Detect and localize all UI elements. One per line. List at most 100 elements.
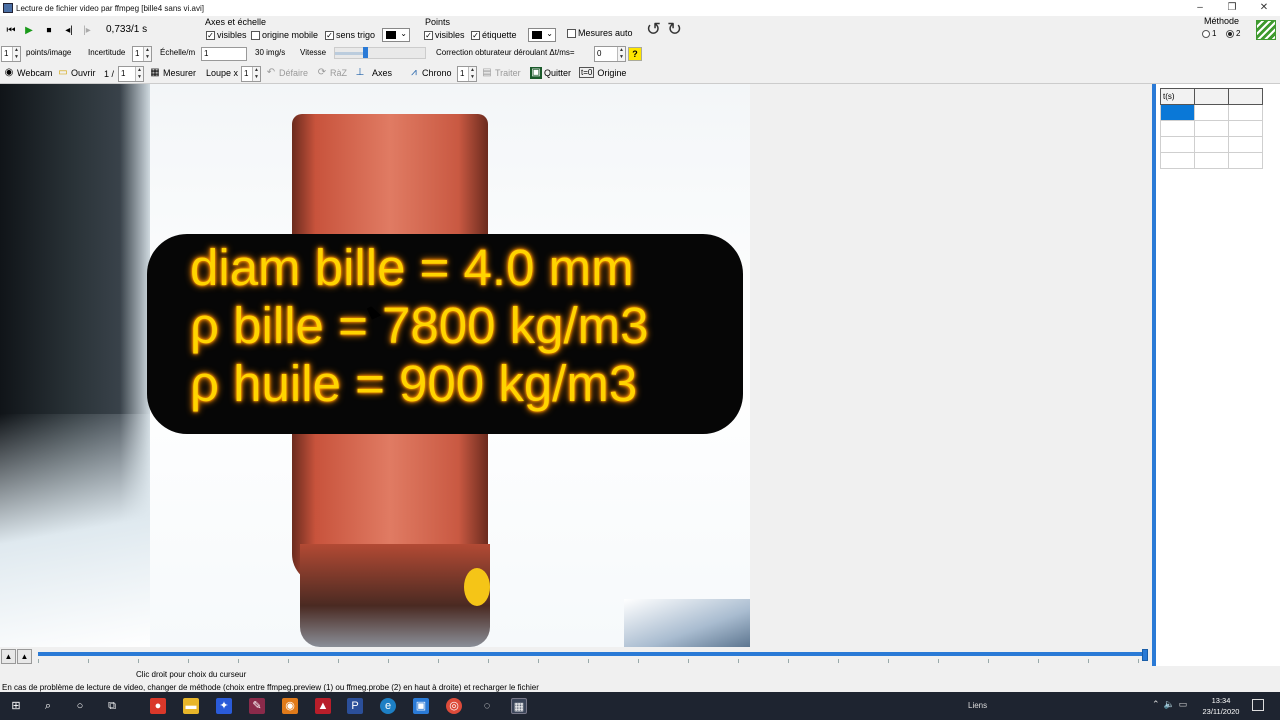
next-frame-icon[interactable]: |▸ xyxy=(80,24,94,38)
origine-mobile-checkbox[interactable]: origine mobile xyxy=(251,30,318,40)
table-cell[interactable] xyxy=(1194,136,1229,153)
mesurer-button[interactable]: ▦ Mesurer xyxy=(149,67,196,79)
methode-radio-1[interactable]: 1 xyxy=(1202,29,1216,38)
ouvrir-button[interactable]: ▭ Ouvrir xyxy=(57,67,95,79)
incertitude-label: Incertitude xyxy=(88,48,126,57)
app-window-icon[interactable]: ▣ xyxy=(413,698,429,714)
spinner-value: 1 xyxy=(121,69,126,78)
minimize-button[interactable]: – xyxy=(1184,0,1216,16)
updown-arrows-icon[interactable]: ▲ ▼ xyxy=(12,47,20,61)
axes-visibles-checkbox[interactable]: ✓ visibles xyxy=(206,30,247,40)
taskbar-links[interactable]: Liens xyxy=(968,701,987,710)
origine-button[interactable]: t=0 Origine xyxy=(579,67,626,78)
folder-icon: ▭ xyxy=(58,67,68,78)
app-orange-icon[interactable]: ◉ xyxy=(282,698,298,714)
timeline-track[interactable] xyxy=(38,652,1146,656)
table-cell[interactable] xyxy=(1228,152,1263,169)
updown-arrows-icon[interactable]: ▲ ▼ xyxy=(468,67,476,81)
table-cell[interactable] xyxy=(1228,120,1263,137)
methode-radio-2[interactable]: 2 xyxy=(1226,29,1240,38)
raz-button[interactable]: ⟳ RàZ xyxy=(316,67,347,79)
windows-start-icon[interactable]: ⊞ xyxy=(8,698,24,714)
checkbox-label: origine mobile xyxy=(262,30,319,40)
axes-button[interactable]: ⊥ Axes xyxy=(354,67,392,79)
mesures-auto-checkbox[interactable]: Mesures auto xyxy=(567,28,633,38)
table-cell[interactable] xyxy=(1194,120,1229,137)
chrono-button[interactable]: ⩘ Chrono xyxy=(408,67,451,79)
cortana-icon[interactable]: ○ xyxy=(72,698,88,714)
chrono-spinner[interactable]: 1 ▲ ▼ xyxy=(457,66,477,82)
button-label: Axes xyxy=(372,68,393,78)
points-per-image-spinner[interactable]: 1 ▲ ▼ xyxy=(1,46,21,62)
previous-arrow-icon[interactable]: ▲ xyxy=(1,649,16,664)
points-color-select[interactable]: ⌄ xyxy=(528,28,556,42)
table-cell[interactable] xyxy=(1228,136,1263,153)
quitter-button[interactable]: ▣ Quitter xyxy=(530,67,571,79)
file-explorer-icon[interactable]: ▬ xyxy=(183,698,199,714)
frame-spinner[interactable]: 1 ▲ ▼ xyxy=(118,66,144,82)
app-red-icon[interactable]: ● xyxy=(150,698,166,714)
table-header-cell[interactable] xyxy=(1194,88,1229,105)
vitesse-slider[interactable] xyxy=(334,47,426,59)
slider-thumb[interactable] xyxy=(362,47,368,58)
checkbox-label: Mesures auto xyxy=(578,28,633,38)
defaire-button[interactable]: ↶ Défaire xyxy=(265,67,308,79)
sens-trigo-checkbox[interactable]: ✓ sens trigo xyxy=(325,30,375,40)
play-icon[interactable]: ▶ xyxy=(22,24,36,38)
updown-arrows-icon[interactable]: ▲ ▼ xyxy=(135,67,143,81)
table-row xyxy=(1160,152,1263,169)
traiter-button[interactable]: ▤ Traiter xyxy=(481,67,520,79)
table-header-cell[interactable] xyxy=(1228,88,1263,105)
incertitude-spinner[interactable]: 1 ▲ ▼ xyxy=(132,46,152,62)
table-cell-selected[interactable] xyxy=(1160,104,1195,121)
loupe-spinner[interactable]: 1 ▲ ▼ xyxy=(241,66,261,82)
table-cell[interactable] xyxy=(1160,152,1195,169)
updown-arrows-icon[interactable]: ▲ ▼ xyxy=(617,47,625,61)
correction-spinner[interactable]: 0 ▲ ▼ xyxy=(594,46,626,62)
axes-color-select[interactable]: ⌄ xyxy=(382,28,410,42)
active-app-icon[interactable]: ▦ xyxy=(511,698,527,714)
vitesse-label: Vitesse xyxy=(300,48,327,57)
search-icon[interactable]: ⌕ xyxy=(40,698,56,714)
spinner-value: 1 xyxy=(460,69,465,78)
updown-arrows-icon[interactable]: ▲ ▼ xyxy=(143,47,151,61)
table-cell[interactable] xyxy=(1228,104,1263,121)
task-view-icon[interactable]: ⧉ xyxy=(104,698,120,714)
app-blue-icon[interactable]: ✦ xyxy=(216,698,232,714)
updown-arrows-icon[interactable]: ▲ ▼ xyxy=(252,67,260,81)
chrome-icon[interactable]: ◎ xyxy=(446,698,462,714)
app-pdf-icon[interactable]: ▲ xyxy=(315,698,331,714)
prev-frame-icon[interactable]: ◂| xyxy=(62,24,76,38)
edge-icon[interactable]: e xyxy=(380,698,396,714)
points-visibles-checkbox[interactable]: ✓ visibles xyxy=(424,30,465,40)
restore-button[interactable]: ❐ xyxy=(1216,0,1248,16)
stop-icon[interactable]: ⏹ xyxy=(42,24,56,38)
table-header-cell[interactable]: t(s) xyxy=(1160,88,1195,105)
notification-icon[interactable] xyxy=(1252,699,1264,711)
app-circle-icon[interactable]: ◌ xyxy=(479,698,495,714)
echelle-input[interactable]: 1 xyxy=(201,47,247,61)
taskbar: ⊞ ⌕ ○ ⧉ ● ▬ ✦ ✎ ◉ ▲ P e ▣ ◎ ◌ ▦ Liens ⌃🔈… xyxy=(0,692,1280,720)
first-frame-icon[interactable]: ⏮ xyxy=(4,24,18,38)
help-button[interactable]: ? xyxy=(628,47,642,61)
app-maroon-icon[interactable]: ✎ xyxy=(249,698,265,714)
etiquette-checkbox[interactable]: ✓ étiquette xyxy=(471,30,517,40)
table-cell[interactable] xyxy=(1160,120,1195,137)
video-frame[interactable]: diam bille = 4.0 mm ρ bille = 7800 kg/m3… xyxy=(0,84,750,647)
app-pr-icon[interactable]: P xyxy=(347,698,363,714)
table-row xyxy=(1160,120,1263,137)
correction-label: Correction obturateur déroulant Δt/ms= xyxy=(436,48,575,57)
table-cell[interactable] xyxy=(1194,152,1229,169)
timeline-thumb[interactable] xyxy=(1142,649,1148,661)
next-arrow-icon[interactable]: ▲ xyxy=(17,649,32,664)
close-button[interactable]: ✕ xyxy=(1248,0,1280,16)
table-cell[interactable] xyxy=(1194,104,1229,121)
measurements-table[interactable]: t(s) xyxy=(1160,88,1263,169)
table-cell[interactable] xyxy=(1160,136,1195,153)
rotate-left-icon[interactable]: ↺ xyxy=(646,20,661,38)
webcam-button[interactable]: ◉ Webcam xyxy=(3,67,53,79)
system-tray-icons[interactable]: ⌃🔈▭ xyxy=(1152,699,1191,710)
rotate-right-icon[interactable]: ↻ xyxy=(667,20,682,38)
taskbar-clock[interactable]: 13:34 23/11/2020 xyxy=(1198,695,1244,717)
color-swatch xyxy=(386,31,396,39)
